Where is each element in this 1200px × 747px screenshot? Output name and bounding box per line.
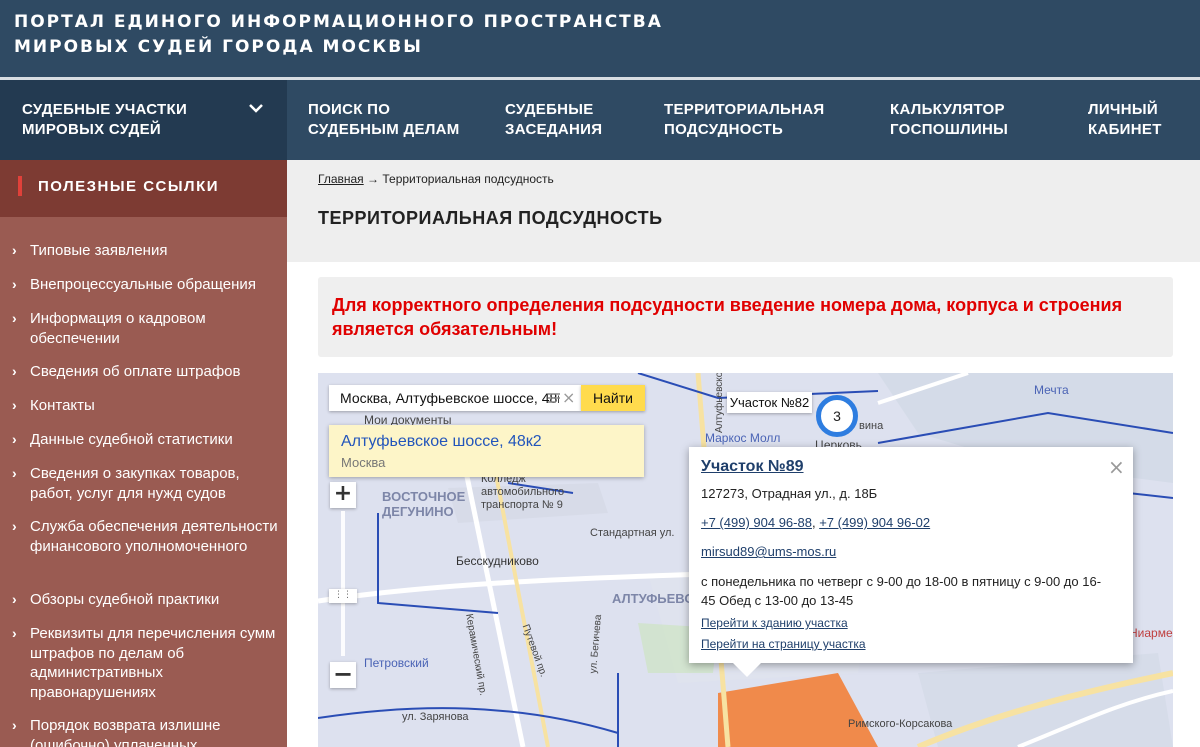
chevron-down-icon[interactable]: [248, 102, 264, 114]
zoom-in-button[interactable]: +: [330, 482, 356, 508]
breadcrumb: Главная → Территориальная подсудность: [318, 172, 554, 186]
chevron-right-icon: ›: [12, 717, 17, 733]
map-label-district-1: ВОСТОЧНОЕ: [382, 489, 466, 504]
clear-icon[interactable]: ×: [562, 388, 575, 407]
popup-pointer: [733, 663, 761, 677]
chevron-right-icon: ›: [12, 242, 17, 258]
building-link[interactable]: Перейти к зданию участка: [701, 616, 848, 630]
breadcrumb-home-link[interactable]: Главная: [318, 172, 364, 186]
site-header: Портал единого информационного пространс…: [0, 0, 1200, 77]
chevron-right-icon: ›: [12, 276, 17, 292]
map-label-street-vina: вина: [859, 420, 884, 432]
main-nav: Судебные участки мировых судей Поиск по су…: [0, 80, 1200, 160]
chevron-right-icon: ›: [12, 518, 17, 534]
chevron-right-icon: ›: [12, 310, 17, 326]
zoom-slider-track[interactable]: [341, 511, 345, 656]
list-icon[interactable]: [547, 392, 561, 404]
district-address: 127273, Отрадная ул., д. 18Б: [701, 486, 878, 501]
map-label-district-2: ДЕГУНИНО: [382, 504, 454, 519]
map-label-mechta: Мечта: [1034, 383, 1069, 397]
nav-item-hearings[interactable]: Судебные заседания: [505, 100, 602, 140]
map-label-college-2: автомобильного: [481, 486, 565, 498]
district-title-link[interactable]: Участок №89: [701, 458, 804, 476]
chevron-right-icon: ›: [12, 625, 17, 641]
notice-box: Для корректного определения подсудности …: [318, 277, 1173, 357]
breadcrumb-separator: →: [367, 172, 380, 186]
nav-item-account[interactable]: Личный кабинет: [1088, 100, 1162, 140]
site-title[interactable]: Портал единого информационного пространс…: [14, 10, 774, 60]
close-icon[interactable]: ×: [1108, 455, 1125, 479]
district-email-link[interactable]: mirsud89@ums-mos.ru: [701, 544, 836, 559]
map-label-markos: Маркос Молл: [705, 431, 781, 445]
map-label-district-altufevo: АЛТУФЬЕВО: [612, 591, 695, 606]
chevron-right-icon: ›: [12, 465, 17, 481]
map-label-college-3: транспорта № 9: [481, 499, 563, 511]
heading-accent-bar: [18, 176, 22, 196]
sidebar-heading-label: Полезные ссылки: [38, 178, 220, 195]
map-search-button[interactable]: Найти: [581, 385, 645, 411]
map-label-niarme: Ниарме: [1129, 626, 1173, 640]
map-label-street-standart: Стандартная ул.: [590, 527, 675, 539]
site-title-line1: Портал единого информационного пространс…: [14, 12, 663, 32]
nav-item-court-districts[interactable]: Судебные участки мировых судей: [0, 80, 287, 160]
cluster-marker[interactable]: 3: [816, 395, 858, 437]
suggestion-subtitle: Москва: [341, 455, 386, 470]
notice-text: Для корректного определения подсудности …: [332, 295, 1123, 339]
nav-item-label: Судебные участки мировых судей: [22, 101, 188, 138]
nav-item-fee-calculator[interactable]: Калькулятор госпошлины: [890, 100, 1008, 140]
zoom-slider-handle[interactable]: ⋮⋮: [329, 589, 357, 603]
map-label-petrovsky: Петровский: [364, 656, 429, 670]
district-page-link[interactable]: Перейти на страницу участка: [701, 637, 866, 651]
chevron-right-icon: ›: [12, 431, 17, 447]
search-suggestion[interactable]: Алтуфьевское шоссе, 48к2 Москва: [329, 425, 644, 477]
breadcrumb-current: Территориальная подсудность: [382, 172, 554, 186]
map-label-station: Бесскудниково: [456, 554, 539, 568]
nav-item-case-search[interactable]: Поиск по судебным делам: [308, 100, 460, 140]
sidebar-heading: Полезные ссылки: [0, 160, 287, 217]
chevron-right-icon: ›: [12, 363, 17, 379]
map-label-street-rimskogo: Римского-Корсакова: [848, 718, 953, 730]
district-hours: с понедельника по четверг с 9-00 до 18-0…: [701, 574, 1102, 608]
map-search-box: ×: [329, 385, 581, 411]
district-marker-label[interactable]: Участок №82: [727, 392, 812, 413]
page-title: Территориальная подсудность: [318, 208, 663, 228]
nav-item-jurisdiction[interactable]: Территориальная подсудность: [664, 100, 824, 140]
district-phones: +7 (499) 904 96-88, +7 (499) 904 96-02: [701, 515, 930, 530]
district-info-popup: Участок №89 × 127273, Отрадная ул., д. 1…: [689, 447, 1133, 677]
map-search-input[interactable]: [329, 385, 559, 411]
phone-link-2[interactable]: +7 (499) 904 96-02: [819, 515, 930, 530]
suggestion-title: Алтуфьевское шоссе, 48к2: [341, 433, 542, 450]
chevron-right-icon: ›: [12, 591, 17, 607]
site-title-line2: мировых судей города Москвы: [14, 37, 423, 57]
chevron-right-icon: ›: [12, 397, 17, 413]
zoom-out-button[interactable]: −: [330, 662, 356, 688]
jurisdiction-map[interactable]: Мои документы Маркос Молл Церковь Мечта …: [318, 373, 1173, 747]
phone-link-1[interactable]: +7 (499) 904 96-88: [701, 515, 812, 530]
map-label-street-altufevsk: Алтуфьевское ш.: [714, 373, 725, 433]
sidebar: Полезные ссылки › Типовые заявления › Внеп…: [0, 160, 287, 747]
map-label-street-zaryanova: ул. Зарянова: [402, 711, 469, 723]
